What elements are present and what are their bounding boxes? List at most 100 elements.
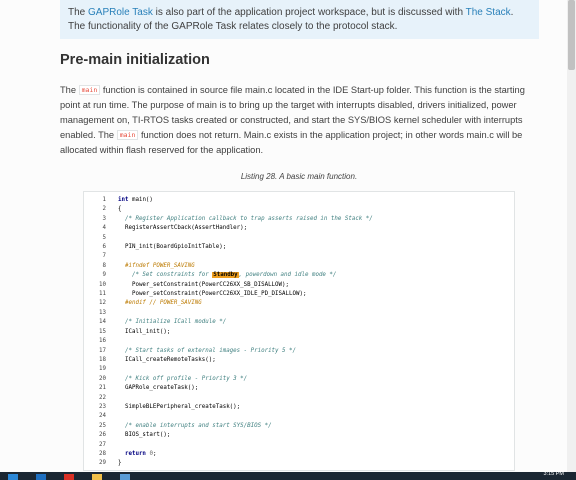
- line-number: 20: [99, 375, 106, 382]
- code-line: 11 Power_setConstraint(PowerCC26XX_IDLE_…: [92, 290, 373, 299]
- note-text-1: The: [68, 7, 89, 18]
- code-line: 13: [92, 309, 373, 318]
- line-number: 16: [99, 338, 106, 345]
- code-line: 3 /* Register Application callback to tr…: [92, 215, 373, 224]
- line-number: 21: [99, 385, 106, 392]
- code-line: 19: [92, 365, 373, 374]
- line-number: 4: [102, 225, 107, 232]
- line-number: 23: [99, 403, 106, 410]
- line-number: 18: [99, 356, 106, 363]
- code-line: 25 /* enable interrupts and start SYS/BI…: [92, 422, 373, 431]
- listing-caption: Listing 28. A basic main function.: [240, 172, 358, 181]
- note-text-2: is also part of the application project …: [152, 7, 466, 18]
- note-box: The GAPRole Task is also part of the app…: [60, 0, 539, 39]
- code-line: 27: [92, 441, 373, 450]
- gaprole-task-link[interactable]: GAPRole Task: [88, 7, 153, 18]
- code-token: /* Initialize ICall module */: [118, 319, 227, 326]
- taskbar-clock[interactable]: 3:15 PM: [544, 471, 564, 477]
- code-line: 12 #endif // POWER_SAVING: [92, 299, 373, 308]
- code-token: /* Register Application callback to trap…: [118, 215, 373, 222]
- line-number: 3: [102, 215, 107, 222]
- code-token: main(): [128, 197, 153, 203]
- code-token: Power_setConstraint(PowerCC26XX_SB_DISAL…: [118, 281, 290, 288]
- code-line: 6 PIN_init(BoardGpioInitTable);: [92, 243, 373, 252]
- code-block: 1 int main() 2{3 /* Register Application c…: [92, 196, 373, 469]
- code-token: BIOS_start();: [118, 432, 171, 439]
- code-listing[interactable]: 1 int main() 2{3 /* Register Application c…: [83, 191, 515, 471]
- section-heading: Pre-main initialization: [60, 52, 210, 68]
- code-line: 9 /* Set constraints for Standby, powerd…: [92, 271, 373, 280]
- code-token: RegisterAssertCback(AssertHandler);: [118, 225, 248, 232]
- code-token: }: [118, 460, 122, 467]
- line-number: 17: [99, 347, 106, 354]
- line-number: 14: [99, 319, 106, 326]
- line-number: 8: [102, 262, 107, 269]
- line-number: 7: [102, 253, 107, 260]
- app-icon[interactable]: [120, 474, 130, 480]
- code-token: /* enable interrupts and start SYS/BIOS …: [118, 422, 272, 429]
- code-token: #ifndef POWER_SAVING: [118, 262, 195, 269]
- code-token: return: [124, 450, 146, 457]
- start-icon[interactable]: [8, 474, 18, 480]
- code-line: 26 BIOS_start();: [92, 431, 373, 440]
- explorer-icon[interactable]: [92, 474, 102, 480]
- code-line: 5: [92, 234, 373, 243]
- code-line: 21 GAPRole_createTask();: [92, 384, 373, 393]
- code-line: 23 SimpleBLEPeripheral_createTask();: [92, 403, 373, 412]
- inline-code-main: main: [116, 130, 139, 140]
- line-number: 29: [99, 460, 106, 467]
- code-line: 15 ICall_init();: [92, 328, 373, 337]
- code-token: GAPRole_createTask();: [118, 385, 199, 392]
- code-line: 7: [92, 252, 373, 261]
- code-line: 10 Power_setConstraint(PowerCC26XX_SB_DI…: [92, 281, 373, 290]
- line-number: 19: [99, 366, 106, 373]
- the-stack-link[interactable]: The Stack: [466, 7, 511, 18]
- code-line: 22: [92, 394, 373, 403]
- line-number: 24: [99, 413, 106, 420]
- line-number: 27: [99, 441, 106, 448]
- line-number: 5: [102, 234, 107, 241]
- line-number: 6: [102, 244, 107, 251]
- code-token: int: [118, 197, 129, 203]
- code-token: /* Set constraints for: [118, 272, 213, 279]
- line-number: 2: [102, 206, 107, 213]
- body-paragraph: The main function is contained in source…: [60, 83, 538, 158]
- code-token: SimpleBLEPeripheral_createTask();: [118, 403, 241, 410]
- code-token: #endif // POWER_SAVING: [118, 300, 202, 307]
- code-line: 29}: [92, 459, 373, 468]
- line-number: 15: [99, 328, 106, 335]
- documentation-page: The GAPRole Task is also part of the app…: [0, 0, 576, 472]
- code-line: 1 int main(): [92, 196, 373, 205]
- code-token: /* Start tasks of external images - Prio…: [118, 347, 296, 354]
- code-line: 18 ICall_createRemoteTasks();: [92, 356, 373, 365]
- code-line: 28 return 0;: [92, 450, 373, 459]
- inline-code-main: main: [78, 85, 101, 95]
- search-highlight: Standby: [212, 272, 239, 279]
- line-number: 22: [99, 394, 106, 401]
- chrome-icon[interactable]: [64, 474, 74, 480]
- line-number: 25: [99, 422, 106, 429]
- vertical-scrollbar[interactable]: [567, 0, 576, 472]
- para-text-1: The: [60, 85, 79, 95]
- code-line: 2{: [92, 205, 373, 214]
- scrollbar-thumb[interactable]: [568, 0, 575, 70]
- code-token: ICall_createRemoteTasks();: [118, 356, 216, 363]
- line-number: 10: [99, 281, 106, 288]
- line-number: 26: [99, 432, 106, 439]
- code-line: 4 RegisterAssertCback(AssertHandler);: [92, 224, 373, 233]
- code-token: {: [118, 206, 122, 213]
- line-number: 13: [99, 309, 106, 316]
- line-number: 11: [99, 291, 106, 298]
- line-number: 12: [99, 300, 106, 307]
- code-line: 17 /* Start tasks of external images - P…: [92, 347, 373, 356]
- code-token: /* Kick off profile - Priority 3 */: [118, 375, 248, 382]
- line-number: 9: [102, 272, 107, 279]
- code-line: 8 #ifndef POWER_SAVING: [92, 262, 373, 271]
- code-token: , powerdown and idle mode */: [238, 272, 337, 279]
- code-token: Power_setConstraint(PowerCC26XX_IDLE_PD_…: [118, 291, 307, 298]
- code-line: 16: [92, 337, 373, 346]
- code-line: 14 /* Initialize ICall module */: [92, 318, 373, 327]
- edge-icon[interactable]: [36, 474, 46, 480]
- code-token: ICall_init();: [118, 328, 171, 335]
